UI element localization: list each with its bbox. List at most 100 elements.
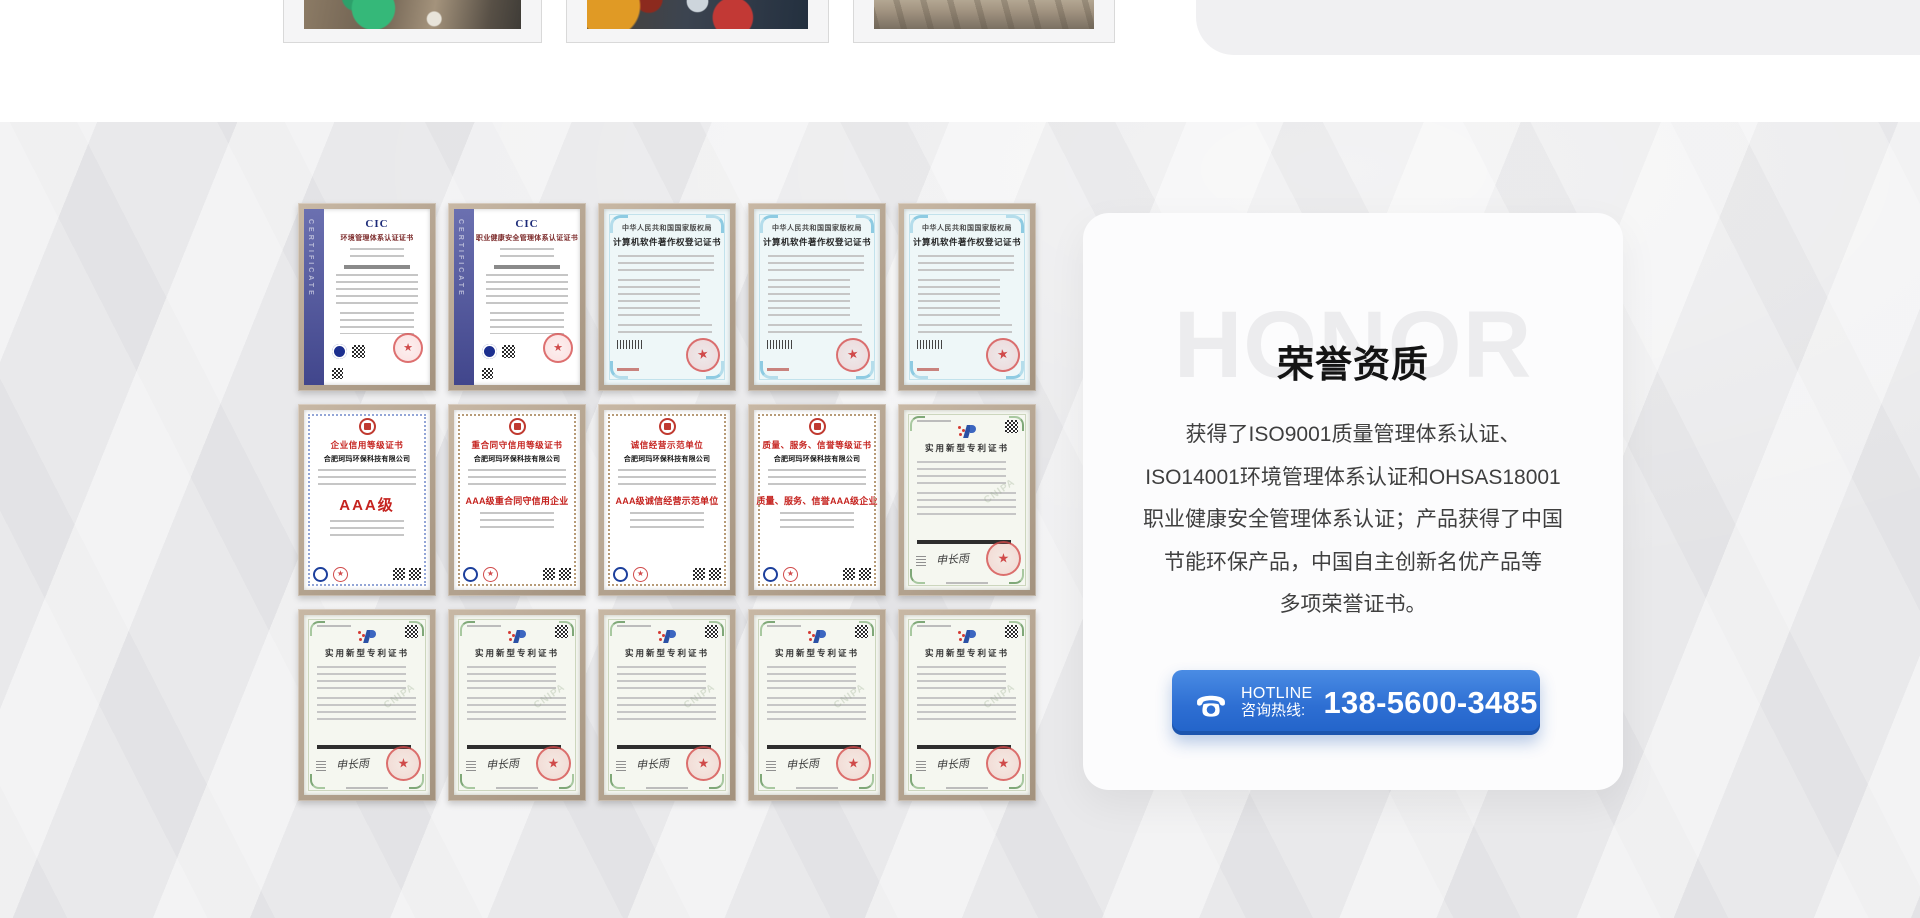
- cnipa-watermark: CNIPA: [982, 476, 1017, 505]
- red-emblem: [359, 418, 376, 435]
- certificate-utility-patent[interactable]: CNIPA 实用新型专利证书 申长雨: [898, 609, 1036, 801]
- certificate-credit-rating[interactable]: 企业信用等级证书 合肥珂玛环保科技有限公司 AAA级 ★: [298, 404, 436, 596]
- corner-ornament: [610, 621, 625, 636]
- project-photo-card[interactable]: [283, 0, 542, 43]
- cic-round-seal: [332, 344, 347, 359]
- certificate-utility-patent[interactable]: CNIPA 实用新型专利证书 申长雨: [448, 609, 586, 801]
- text-line-placeholder: [918, 279, 1000, 319]
- barcode: [767, 340, 794, 349]
- certificate-utility-patent[interactable]: CNIPA 实用新型专利证书 申长雨: [898, 404, 1036, 596]
- red-round-seal: ★: [483, 567, 498, 582]
- certificate-integrity-demo-unit[interactable]: 诚信经营示范单位 合肥珂玛环保科技有限公司 AAA级诚信经营示范单位 ★: [598, 404, 736, 596]
- corner-ornament: [760, 621, 775, 636]
- patent-number-placeholder: [767, 625, 801, 627]
- certificate-title: 职业健康安全管理体系认证证书: [474, 233, 580, 243]
- blue-round-seal: [313, 567, 328, 582]
- cnipa-logo: [357, 630, 377, 643]
- company-name: 合肥珂玛环保科技有限公司: [604, 454, 730, 464]
- construction-trucks-photo: [587, 0, 808, 29]
- project-photo-card[interactable]: [566, 0, 829, 43]
- corner-ornament: [910, 774, 925, 789]
- certificate-title: 实用新型专利证书: [454, 647, 580, 659]
- cnipa-logo: [657, 630, 677, 643]
- cic-logo: CIC: [324, 218, 430, 230]
- certificate-utility-patent[interactable]: CNIPA 实用新型专利证书 申长雨: [748, 609, 886, 801]
- footer-line-placeholder: [796, 787, 838, 789]
- certificate-contract-credit[interactable]: 重合同守信用等级证书 合肥珂玛环保科技有限公司 AAA级重合同守信用企业 ★: [448, 404, 586, 596]
- company-line-placeholder: [344, 265, 410, 269]
- qr-code: [405, 625, 418, 638]
- corner-ornament: [910, 416, 925, 431]
- award-grade: 质量、服务、信誉AAA级企业: [754, 494, 880, 507]
- certificate-title: 环境管理体系认证证书: [324, 233, 430, 243]
- text-line-placeholder: [350, 248, 404, 262]
- text-line-placeholder: [617, 666, 706, 692]
- corner-ornament: [856, 215, 874, 233]
- red-emblem: [659, 418, 676, 435]
- certificate-ohsas[interactable]: CERTIFICATE CIC 职业健康安全管理体系认证证书: [448, 203, 586, 391]
- text-line-placeholder: [490, 312, 564, 334]
- certificate-title: 计算机软件著作权登记证书: [904, 236, 1030, 248]
- certificate-side-text: CERTIFICATE: [457, 219, 464, 298]
- certificate-title: 实用新型专利证书: [904, 442, 1030, 454]
- certificate-title: 实用新型专利证书: [604, 647, 730, 659]
- red-star-seal: [543, 333, 573, 363]
- blue-round-seal: [463, 567, 478, 582]
- text-line-placeholder: [618, 255, 714, 273]
- patent-number-placeholder: [467, 625, 501, 627]
- page: CERTIFICATE CIC 环境管理体系认证证书: [0, 0, 1920, 918]
- certificate-software-copyright[interactable]: 中华人民共和国国家版权局 计算机软件著作权登记证书: [598, 203, 736, 391]
- corner-ornament: [760, 215, 778, 233]
- certificate-software-copyright[interactable]: 中华人民共和国国家版权局 计算机软件著作权登记证书: [748, 203, 886, 391]
- certificate-iso-environment[interactable]: CERTIFICATE CIC 环境管理体系认证证书: [298, 203, 436, 391]
- description-line: 获得了ISO9001质量管理体系认证、: [1107, 414, 1599, 457]
- red-emblem-seal: [536, 746, 571, 781]
- corner-ornament: [310, 774, 325, 789]
- commissioner-signature: 申长雨: [635, 755, 669, 773]
- signer-label-placeholder: [766, 761, 776, 771]
- certificate-software-copyright[interactable]: 中华人民共和国国家版权局 计算机软件著作权登记证书: [898, 203, 1036, 391]
- signer-label-placeholder: [916, 761, 926, 771]
- red-round-seal: ★: [783, 567, 798, 582]
- text-line-placeholder: [768, 324, 862, 337]
- corner-ornament: [610, 774, 625, 789]
- award-grade: AAA级诚信经营示范单位: [604, 494, 730, 507]
- certificate-quality-service-reputation[interactable]: 质量、服务、信誉等级证书 合肥珂玛环保科技有限公司 质量、服务、信誉AAA级企业…: [748, 404, 886, 596]
- qr-code: [352, 345, 365, 358]
- corner-ornament: [1006, 215, 1024, 233]
- footer-line-placeholder: [496, 787, 538, 789]
- company-name: 合肥珂玛环保科技有限公司: [304, 454, 430, 464]
- qr-code: [502, 345, 515, 358]
- text-line-placeholder: [618, 279, 700, 319]
- text-line-placeholder: [480, 512, 554, 528]
- qr-code: [1005, 420, 1018, 433]
- qr-code: [859, 568, 871, 580]
- cnipa-logo: [957, 630, 977, 643]
- footer-line-placeholder: [646, 787, 688, 789]
- text-line-placeholder: [630, 512, 704, 528]
- text-line-placeholder: [918, 324, 1012, 337]
- qr-code: [332, 368, 343, 379]
- cnipa-watermark: CNIPA: [982, 681, 1017, 710]
- qr-code: [709, 568, 721, 580]
- red-emblem-seal: [986, 746, 1021, 781]
- barcode: [917, 340, 944, 349]
- certificate-title: 计算机软件著作权登记证书: [754, 236, 880, 248]
- project-photo-card[interactable]: [853, 0, 1115, 43]
- qr-code: [843, 568, 855, 580]
- certificate-title: 重合同守信用等级证书: [454, 439, 580, 451]
- red-emblem-seal: [836, 746, 871, 781]
- qr-code: [855, 625, 868, 638]
- text-line-placeholder: [918, 255, 1014, 273]
- certificate-utility-patent[interactable]: CNIPA 实用新型专利证书 申长雨: [298, 609, 436, 801]
- certificate-title: 企业信用等级证书: [304, 439, 430, 451]
- serial-number-placeholder: [767, 368, 789, 371]
- qr-code: [1005, 625, 1018, 638]
- signer-label-placeholder: [916, 556, 926, 566]
- cnipa-watermark: CNIPA: [832, 681, 867, 710]
- certificate-title: 计算机软件著作权登记证书: [604, 236, 730, 248]
- qr-code: [543, 568, 555, 580]
- commissioner-signature: 申长雨: [935, 755, 969, 773]
- hotline-button[interactable]: HOTLINE 咨询热线: 138-5600-3485: [1172, 670, 1540, 735]
- certificate-utility-patent[interactable]: CNIPA 实用新型专利证书 申长雨: [598, 609, 736, 801]
